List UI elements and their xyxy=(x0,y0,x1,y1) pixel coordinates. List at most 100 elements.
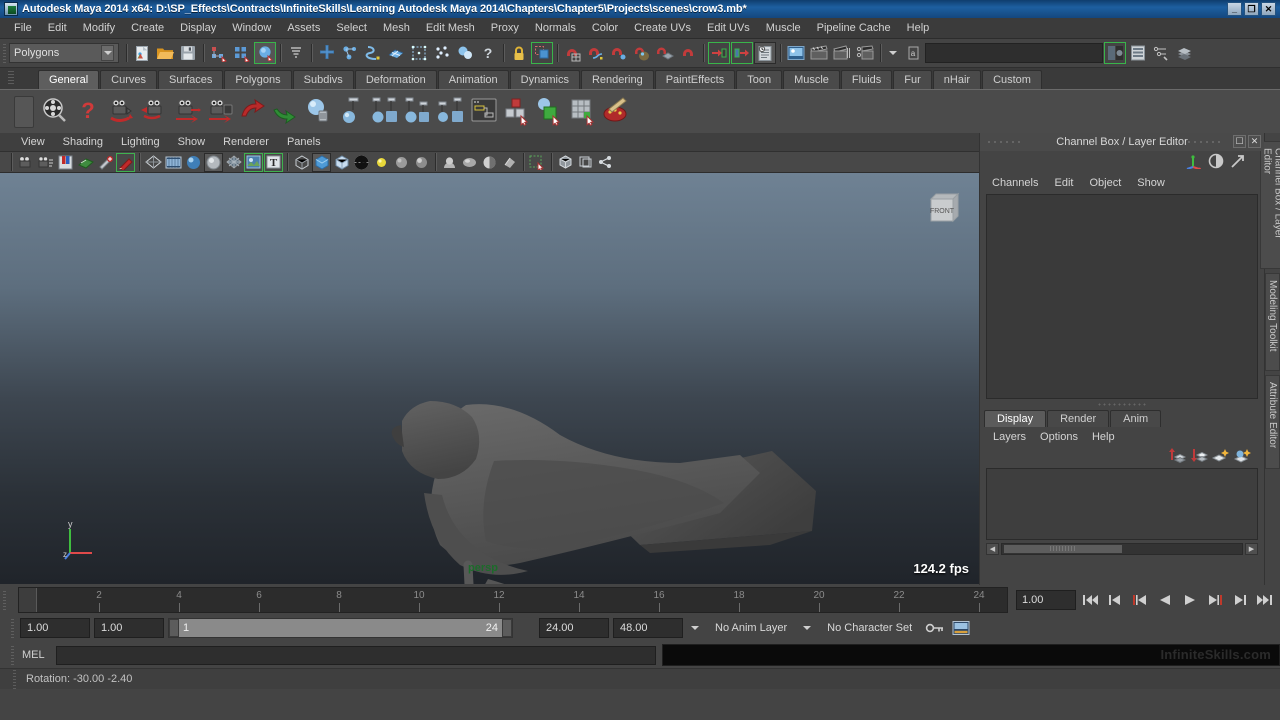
close-icon[interactable]: ✕ xyxy=(1248,135,1261,148)
no-lights-icon[interactable] xyxy=(392,153,411,172)
magnet-plane-icon[interactable] xyxy=(654,42,676,64)
motion-blur-icon[interactable] xyxy=(500,153,519,172)
new-scene-icon[interactable] xyxy=(131,42,153,64)
render-current-frame-icon[interactable] xyxy=(808,42,830,64)
text-icon[interactable]: T xyxy=(264,152,283,172)
command-line-grip[interactable] xyxy=(10,644,16,666)
menu-muscle[interactable]: Muscle xyxy=(758,20,809,36)
shelf-tab-muscle[interactable]: Muscle xyxy=(783,70,840,89)
viewport-menu-shading[interactable]: Shading xyxy=(54,135,112,149)
menu-select[interactable]: Select xyxy=(328,20,375,36)
light-group-icon[interactable] xyxy=(370,96,400,128)
shelf-tab-dynamics[interactable]: Dynamics xyxy=(509,70,580,89)
panel-splitter[interactable] xyxy=(980,399,1264,409)
select-by-object-type-icon[interactable] xyxy=(231,42,253,64)
anim-layer-selector[interactable]: No Anim Layer xyxy=(707,618,795,638)
snap-to-curve-icon[interactable] xyxy=(339,42,361,64)
make-live-icon[interactable] xyxy=(454,42,476,64)
shelf-tab-fur[interactable]: Fur xyxy=(893,70,932,89)
shelf-tab-deformation[interactable]: Deformation xyxy=(354,70,437,89)
vtab-modeling-toolkit[interactable]: Modeling Toolkit xyxy=(1265,273,1280,371)
shared-icon[interactable] xyxy=(596,153,615,172)
menu-create-uvs[interactable]: Create UVs xyxy=(626,20,699,36)
viewport-menu-show[interactable]: Show xyxy=(169,135,215,149)
vtab-attribute-editor[interactable]: Attribute Editor xyxy=(1265,375,1280,469)
light-single-icon[interactable] xyxy=(436,96,466,128)
camera-rotate-icon[interactable] xyxy=(106,96,136,128)
help-line-grip[interactable] xyxy=(12,668,18,690)
camera-sequence-icon[interactable] xyxy=(205,96,235,128)
magnet-uv-icon[interactable] xyxy=(677,42,699,64)
layer-editor-toggle-icon[interactable] xyxy=(1173,42,1195,64)
shelf-tab-fluids[interactable]: Fluids xyxy=(840,70,893,89)
menu-assets[interactable]: Assets xyxy=(279,20,328,36)
smooth-shade-all-icon[interactable] xyxy=(312,152,331,172)
animation-end-time-field[interactable]: 48.00 xyxy=(613,618,683,638)
go-to-start-icon[interactable] xyxy=(1079,589,1101,611)
help-question-icon[interactable]: ? xyxy=(477,42,499,64)
hardware-texture-icon[interactable] xyxy=(332,153,351,172)
xray-icon[interactable] xyxy=(556,153,575,172)
show-menu[interactable]: Show xyxy=(1129,176,1173,190)
command-output[interactable]: InfiniteSkills.com xyxy=(662,644,1280,666)
shaded-xray-icon[interactable] xyxy=(224,153,243,172)
scroll-thumb[interactable] xyxy=(1004,544,1122,553)
magnet-grid-icon[interactable] xyxy=(562,42,584,64)
green-cube-icon[interactable] xyxy=(535,96,565,128)
green-arrow-icon[interactable] xyxy=(271,96,301,128)
camera-link-icon[interactable] xyxy=(139,96,169,128)
paint-palette-icon[interactable] xyxy=(601,96,631,128)
key-icon[interactable] xyxy=(924,617,946,639)
maximize-button[interactable]: ❐ xyxy=(1244,2,1259,16)
panel-grip-right[interactable] xyxy=(1186,139,1222,145)
show-manipulator-icon[interactable] xyxy=(531,42,553,64)
new-layer-from-selected-icon[interactable] xyxy=(1233,447,1252,466)
rubix-cube-icon[interactable] xyxy=(568,96,598,128)
shelf-tab-surfaces[interactable]: Surfaces xyxy=(157,70,224,89)
menu-normals[interactable]: Normals xyxy=(527,20,584,36)
play-backwards-icon[interactable] xyxy=(1154,589,1176,611)
menu-help[interactable]: Help xyxy=(899,20,938,36)
shelf-tab-painteffects[interactable]: PaintEffects xyxy=(654,70,736,89)
quick-select-input[interactable] xyxy=(925,43,1103,63)
shelf-tab-general[interactable]: General xyxy=(38,70,100,89)
quick-select-field-icon[interactable]: a xyxy=(902,42,924,64)
film-gate-icon[interactable] xyxy=(164,153,183,172)
snap-to-pixel-icon[interactable] xyxy=(431,42,453,64)
range-start-handle[interactable] xyxy=(169,619,179,637)
menu-edit-uvs[interactable]: Edit UVs xyxy=(699,20,758,36)
snap-to-view-plane-icon[interactable] xyxy=(408,42,430,64)
render-settings-icon[interactable] xyxy=(854,42,876,64)
playback-start-time-field[interactable]: 1.00 xyxy=(94,618,164,638)
options-menu[interactable]: Options xyxy=(1033,430,1085,444)
select-by-component-type-icon[interactable] xyxy=(254,42,276,64)
channel-box-content[interactable] xyxy=(986,194,1258,399)
tab-display[interactable]: Display xyxy=(984,410,1047,427)
shelf-tab-polygons[interactable]: Polygons xyxy=(224,70,292,89)
red-arrow-icon[interactable] xyxy=(238,96,268,128)
viewport-menu-panels[interactable]: Panels xyxy=(278,135,330,149)
smooth-shade-icon[interactable] xyxy=(184,153,203,172)
shelf-tab-toon[interactable]: Toon xyxy=(736,70,783,89)
play-forwards-icon[interactable] xyxy=(1179,589,1201,611)
layer-help-menu[interactable]: Help xyxy=(1085,430,1122,444)
scroll-right-button[interactable]: ▶ xyxy=(1245,542,1258,555)
camera-move-icon[interactable] xyxy=(172,96,202,128)
restore-icon[interactable]: ☐ xyxy=(1233,135,1246,148)
occlusion-icon[interactable] xyxy=(480,153,499,172)
go-to-end-icon[interactable] xyxy=(1254,589,1276,611)
shelf-tab-curves[interactable]: Curves xyxy=(100,70,157,89)
image-plane-icon[interactable] xyxy=(76,153,95,172)
menu-create[interactable]: Create xyxy=(123,20,172,36)
viewport-menu-view[interactable]: View xyxy=(12,135,54,149)
playback-end-time-field[interactable]: 24.00 xyxy=(539,618,609,638)
tool-settings-toggle-icon[interactable] xyxy=(1150,42,1172,64)
view-cube[interactable]: FRONT xyxy=(925,191,960,223)
pie-chart-icon[interactable] xyxy=(1208,153,1224,172)
menu-color[interactable]: Color xyxy=(584,20,626,36)
current-time-indicator[interactable] xyxy=(19,587,37,612)
channels-menu[interactable]: Channels xyxy=(984,176,1046,190)
light-pair-icon[interactable] xyxy=(403,96,433,128)
light-point-icon[interactable] xyxy=(337,96,367,128)
shelf-tab-custom[interactable]: Custom xyxy=(982,70,1042,89)
